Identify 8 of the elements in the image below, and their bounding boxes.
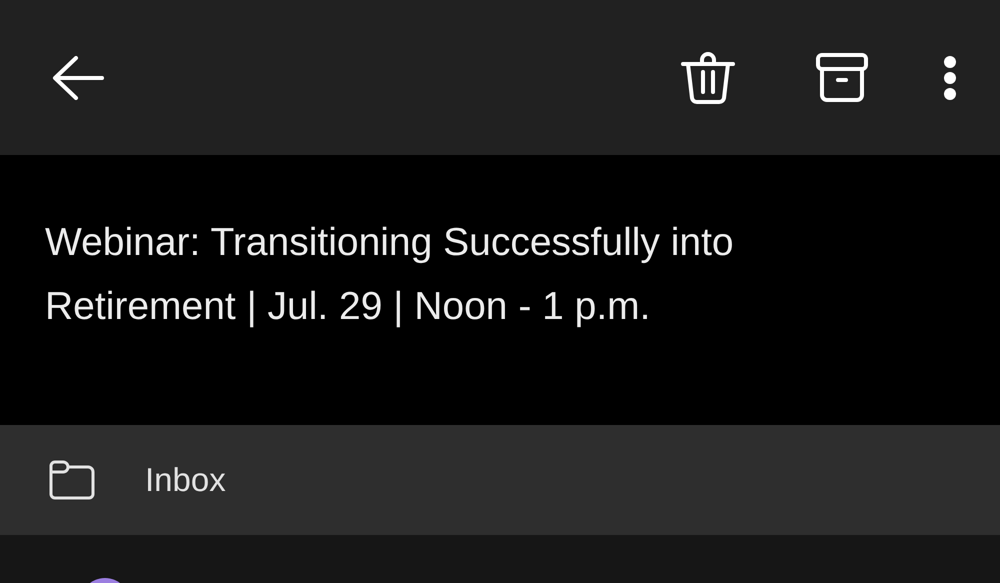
archive-box-icon <box>816 52 868 104</box>
folder-icon <box>49 460 95 500</box>
back-arrow-icon <box>52 56 104 100</box>
folder-label: Inbox <box>145 461 226 499</box>
delete-button[interactable] <box>680 50 736 106</box>
more-options-icon <box>943 54 957 100</box>
trash-icon <box>680 50 736 106</box>
email-subject: Webinar: Transitioning Successfully into Retirement | Jul. 29 | Noon - 1 p.m. <box>45 220 735 330</box>
